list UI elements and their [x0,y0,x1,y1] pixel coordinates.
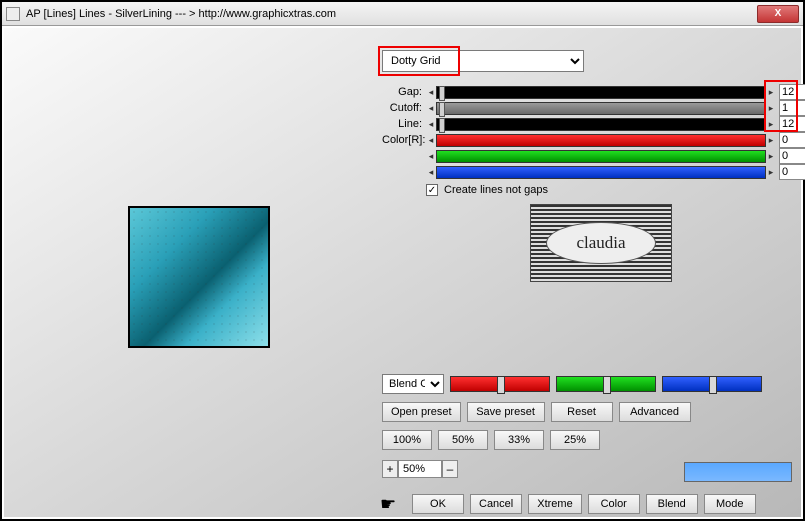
slider-inc-icon[interactable]: ▸ [766,87,776,98]
slider-thumb[interactable] [439,102,445,117]
slider-row-color-r: Color[R]: ◂ ▸ [382,132,805,148]
slider-thumb[interactable] [603,376,611,394]
slider-inc-icon[interactable]: ▸ [766,151,776,162]
slider-inc-icon[interactable]: ▸ [766,119,776,130]
rgb-slider-b[interactable] [662,376,762,392]
slider-row-gap: Gap: ◂ ▸ [382,84,805,100]
zoom-100-button[interactable]: 100% [382,430,432,450]
slider-value-color-b[interactable] [779,164,805,180]
color-swatch[interactable] [684,462,792,482]
color-button[interactable]: Color [588,494,640,514]
pattern-dropdown-wrap: Dotty Grid [382,50,584,72]
slider-row-line: Line: ◂ ▸ [382,116,805,132]
window-frame: AP [Lines] Lines - SilverLining --- > ht… [0,0,805,521]
mode-button[interactable]: Mode [704,494,756,514]
pointer-hand-icon: ☛ [380,494,410,514]
slider-dec-icon[interactable]: ◂ [426,87,436,98]
slider-thumb[interactable] [439,86,445,101]
workspace: Dotty Grid Gap: ◂ ▸ Cutoff: ◂ ▸ Line: ◂ … [4,28,801,517]
window-title: AP [Lines] Lines - SilverLining --- > ht… [26,8,757,20]
blend-row: Blend Opti [382,374,762,394]
blend-mode-dropdown[interactable]: Blend Opti [382,374,444,394]
slider-row-color-b: ◂ ▸ [382,164,805,180]
app-icon [6,7,20,21]
preview-image [128,206,270,348]
slider-inc-icon[interactable]: ▸ [766,167,776,178]
rgb-slider-r[interactable] [450,376,550,392]
close-button[interactable]: X [757,5,799,23]
blend-button[interactable]: Blend [646,494,698,514]
preset-row: Open preset Save preset Reset Advanced [382,402,691,422]
slider-label-line: Line: [382,118,426,130]
logo-text: claudia [546,222,656,264]
zoom-50-button[interactable]: 50% [438,430,488,450]
slider-track-gap[interactable] [436,86,766,99]
open-preset-button[interactable]: Open preset [382,402,461,422]
zoom-minus-button[interactable]: – [442,460,458,478]
checkbox-label: Create lines not gaps [444,184,548,196]
rgb-slider-g[interactable] [556,376,656,392]
slider-value-cutoff[interactable] [779,100,805,116]
slider-inc-icon[interactable]: ▸ [766,103,776,114]
slider-inc-icon[interactable]: ▸ [766,135,776,146]
slider-dec-icon[interactable]: ◂ [426,135,436,146]
reset-button[interactable]: Reset [551,402,613,422]
zoom-plus-button[interactable]: + [382,460,398,478]
slider-track-color-g[interactable] [436,150,766,163]
slider-dec-icon[interactable]: ◂ [426,167,436,178]
slider-thumb[interactable] [497,376,505,394]
slider-dec-icon[interactable]: ◂ [426,103,436,114]
slider-row-cutoff: Cutoff: ◂ ▸ [382,100,805,116]
ok-button[interactable]: OK [412,494,464,514]
titlebar: AP [Lines] Lines - SilverLining --- > ht… [2,2,803,26]
slider-track-color-b[interactable] [436,166,766,179]
zoom-control: + 50% – [382,460,458,478]
zoom-25-button[interactable]: 25% [550,430,600,450]
slider-dec-icon[interactable]: ◂ [426,119,436,130]
slider-label-color-r: Color[R]: [382,134,426,146]
logo-panel: claudia [530,204,672,282]
create-lines-checkbox[interactable]: ✓ [426,184,438,196]
cancel-button[interactable]: Cancel [470,494,522,514]
advanced-button[interactable]: Advanced [619,402,691,422]
zoom-row: + 50% – [382,460,458,478]
slider-dec-icon[interactable]: ◂ [426,151,436,162]
checkbox-row: ✓ Create lines not gaps [426,184,548,196]
slider-row-color-g: ◂ ▸ [382,148,805,164]
save-preset-button[interactable]: Save preset [467,402,545,422]
slider-track-line[interactable] [436,118,766,131]
zoom-value[interactable]: 50% [398,460,442,478]
xtreme-button[interactable]: Xtreme [528,494,581,514]
slider-track-color-r[interactable] [436,134,766,147]
pattern-dropdown[interactable]: Dotty Grid [382,50,584,72]
slider-label-gap: Gap: [382,86,426,98]
slider-value-line[interactable] [779,116,805,132]
slider-thumb[interactable] [439,118,445,133]
slider-value-gap[interactable] [779,84,805,100]
zoom-33-button[interactable]: 33% [494,430,544,450]
slider-track-cutoff[interactable] [436,102,766,115]
percent-row: 100% 50% 33% 25% [382,430,600,450]
bottom-row: OK Cancel Xtreme Color Blend Mode [412,494,756,514]
slider-label-cutoff: Cutoff: [382,102,426,114]
slider-thumb[interactable] [709,376,717,394]
slider-value-color-r[interactable] [779,132,805,148]
slider-value-color-g[interactable] [779,148,805,164]
